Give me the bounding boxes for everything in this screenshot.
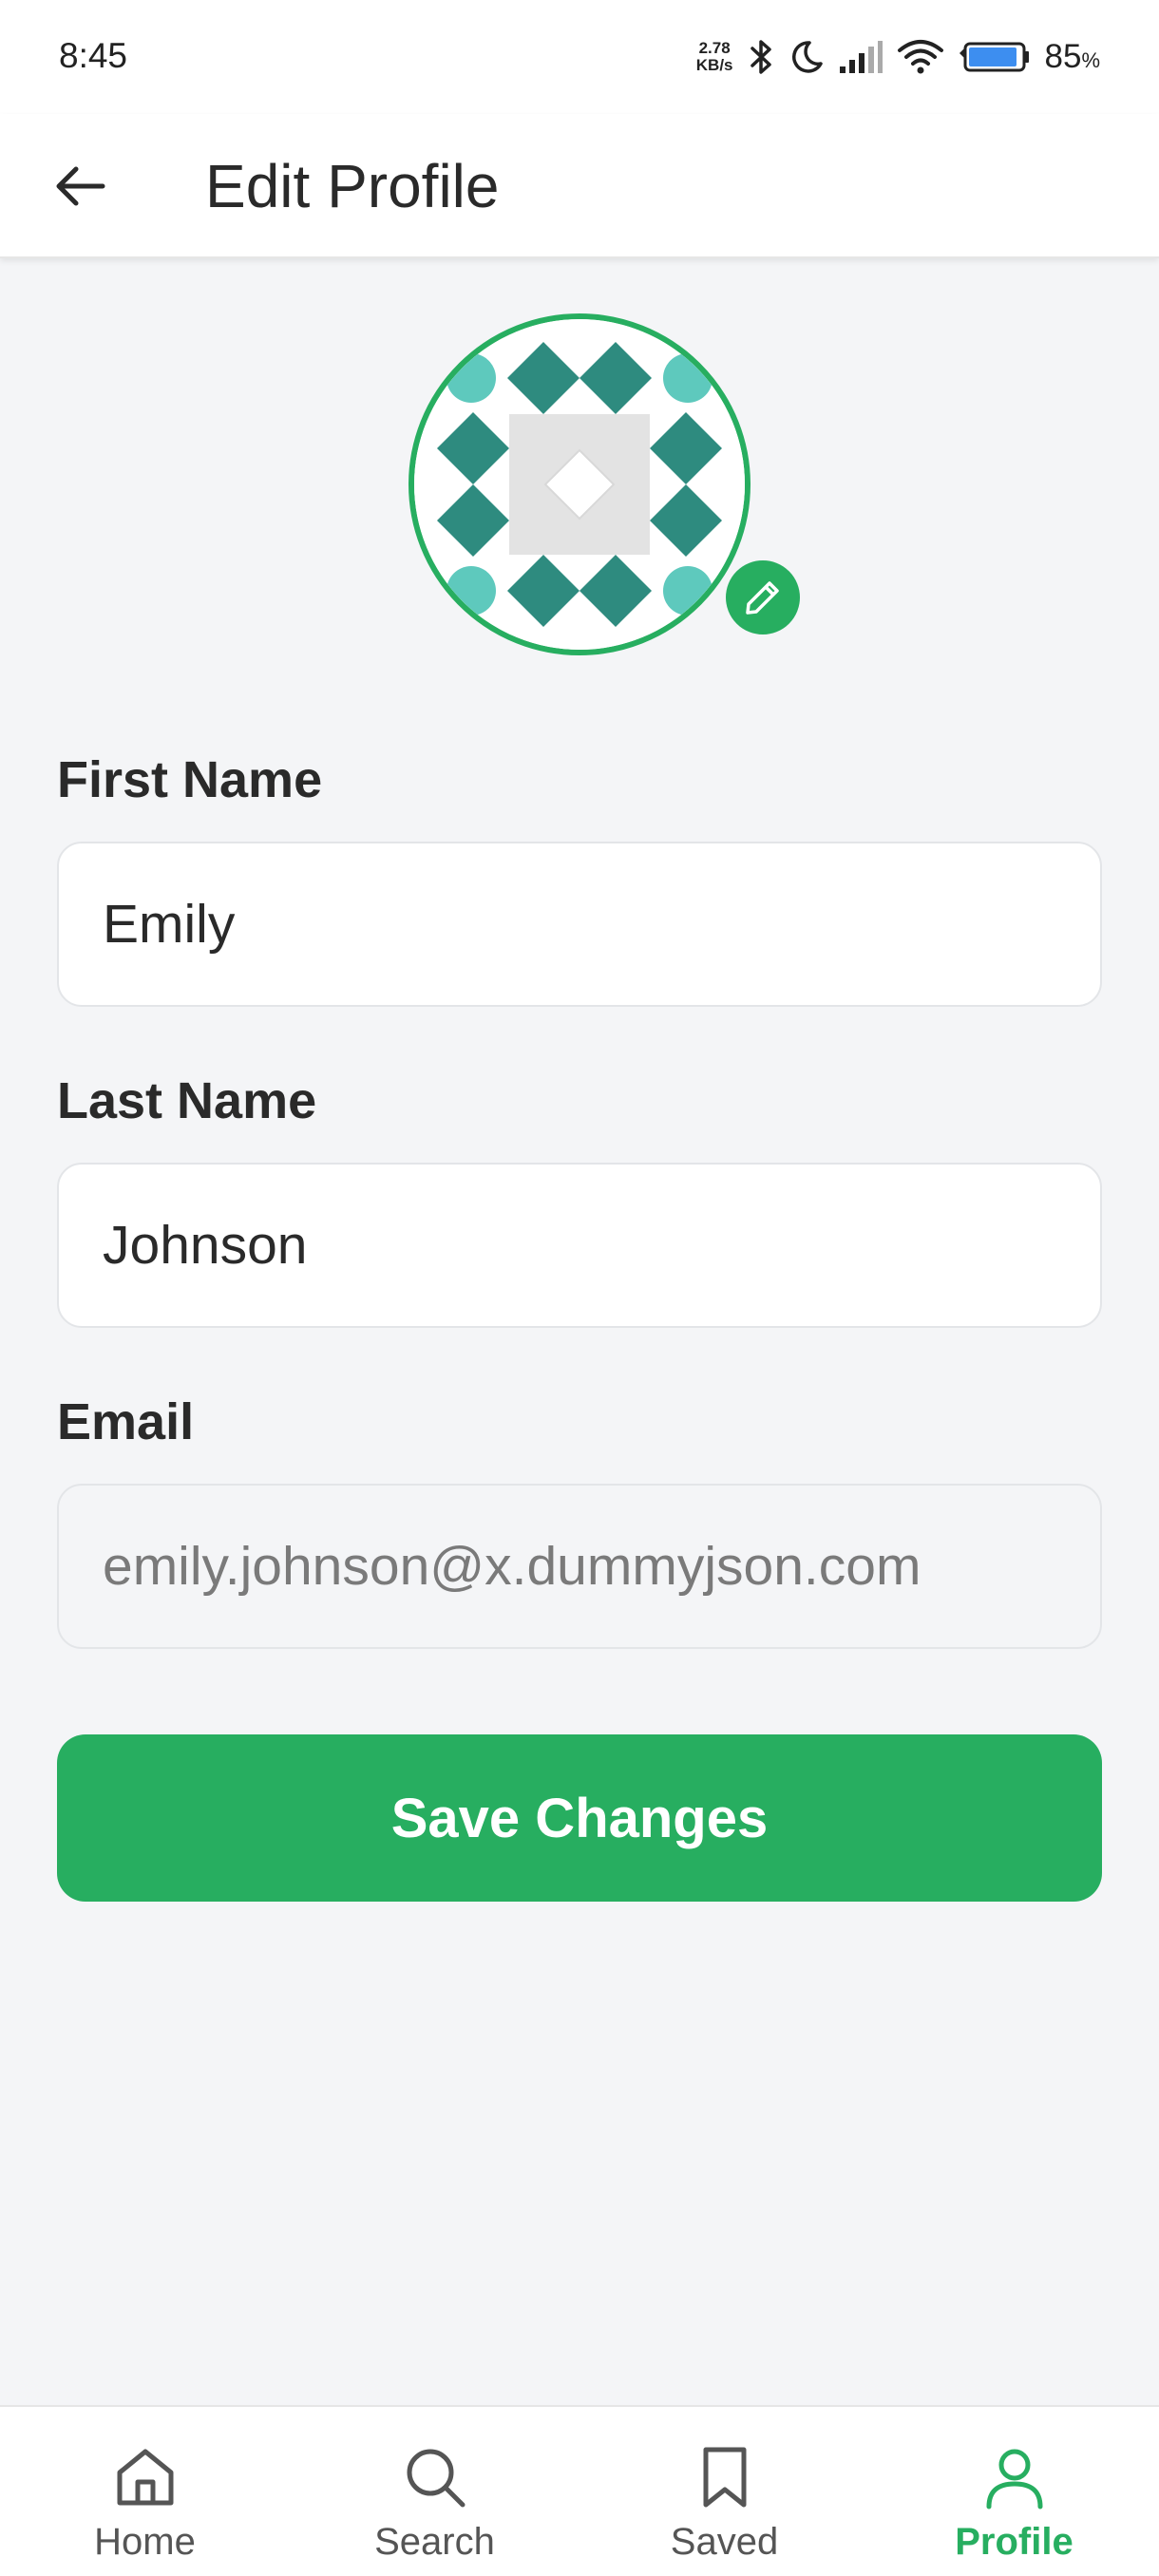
- avatar-edit-button[interactable]: [722, 557, 804, 638]
- email-label: Email: [57, 1393, 195, 1450]
- nav-item-home[interactable]: Home: [0, 2407, 290, 2576]
- first-name-field[interactable]: [57, 842, 1102, 1007]
- nav-label-home: Home: [94, 2521, 196, 2563]
- bottom-nav: Home Search Saved Profile: [0, 2405, 1159, 2576]
- search-icon: [402, 2441, 468, 2513]
- user-icon: [981, 2441, 1048, 2513]
- battery-value: 85: [1044, 38, 1082, 75]
- nav-label-profile: Profile: [955, 2521, 1074, 2563]
- nav-label-search: Search: [374, 2521, 495, 2563]
- save-changes-button[interactable]: Save Changes: [57, 1734, 1102, 1902]
- last-name-label: Last Name: [57, 1072, 317, 1129]
- back-button[interactable]: [42, 148, 118, 224]
- status-icons: 2.78 KB/s 85%: [696, 32, 1100, 82]
- pencil-icon: [746, 581, 779, 615]
- nav-label-saved: Saved: [670, 2521, 779, 2563]
- arrow-left-icon: [56, 166, 105, 206]
- email-field: [57, 1484, 1102, 1649]
- battery-unit: %: [1081, 48, 1100, 72]
- home-icon: [112, 2441, 179, 2513]
- network-speed-value: 2.78: [698, 39, 731, 57]
- avatar-section: [408, 313, 804, 655]
- network-speed: 2.78 KB/s: [696, 40, 733, 74]
- last-name-field[interactable]: [57, 1163, 1102, 1328]
- nav-item-profile[interactable]: Profile: [869, 2407, 1159, 2576]
- nav-item-search[interactable]: Search: [290, 2407, 580, 2576]
- status-time: 8:45: [59, 36, 128, 75]
- avatar[interactable]: [408, 313, 750, 655]
- battery-level: 85%: [1045, 38, 1101, 76]
- bluetooth-icon: [747, 38, 775, 76]
- network-speed-unit: KB/s: [695, 56, 733, 74]
- avatar-pattern-image: [414, 319, 745, 650]
- status-bar: 8:45 2.78 KB/s 85%: [0, 0, 1159, 114]
- signal-icon: [838, 40, 884, 74]
- battery-icon: [958, 38, 1032, 76]
- app-bar: Edit Profile: [0, 114, 1159, 258]
- moon-icon: [788, 38, 825, 76]
- nav-item-saved[interactable]: Saved: [580, 2407, 869, 2576]
- page-title: Edit Profile: [205, 152, 500, 220]
- bookmark-icon: [692, 2441, 758, 2513]
- first-name-label: First Name: [57, 751, 323, 808]
- wifi-icon: [897, 39, 944, 75]
